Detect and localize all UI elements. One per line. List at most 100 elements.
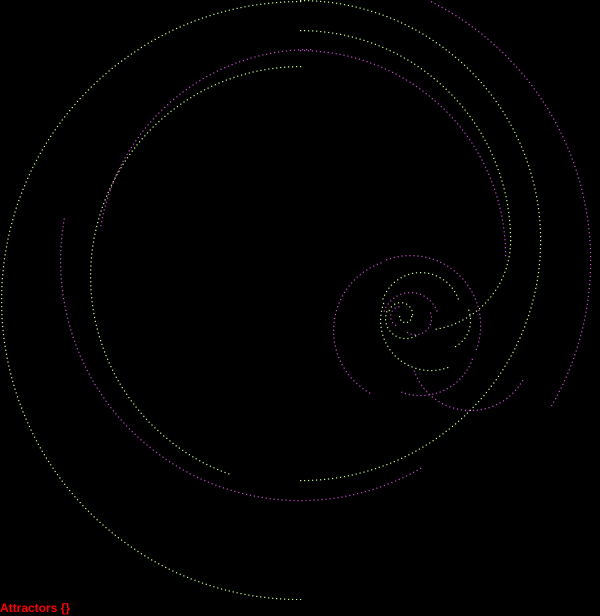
trail-dot	[539, 252, 541, 254]
trail-dot	[581, 331, 583, 333]
trail-dot	[568, 369, 570, 371]
trail-dot	[195, 458, 197, 460]
trail-dot	[474, 298, 476, 300]
trail-dot	[508, 121, 510, 123]
trail-dot	[74, 103, 76, 106]
trail-dot	[421, 384, 423, 386]
trail-dot	[1, 314, 3, 316]
trail-dot	[124, 58, 126, 60]
trail-dot	[470, 362, 472, 364]
trail-dot	[316, 479, 318, 481]
trail-dot	[1, 286, 3, 288]
trail-dot	[110, 184, 113, 186]
trail-dot	[154, 561, 156, 563]
trail-dot	[534, 291, 536, 293]
trail-dot	[477, 152, 479, 154]
trail-dot	[380, 314, 382, 316]
trail-dot	[48, 139, 50, 141]
trail-dot	[173, 98, 175, 100]
trail-dot	[581, 188, 583, 190]
trail-dot	[395, 73, 397, 75]
trail-dot	[337, 306, 339, 308]
trail-dot	[565, 376, 567, 378]
trail-dot	[397, 358, 399, 360]
trail-dot	[392, 333, 394, 335]
trail-dot	[364, 491, 366, 493]
trail-dot	[188, 454, 190, 456]
trail-dot	[418, 381, 420, 383]
attractors-window: Attractors {}	[0, 0, 600, 616]
trail-dot	[339, 476, 342, 478]
trail-dot	[443, 108, 445, 110]
trail-dot	[478, 79, 480, 81]
trail-dot	[351, 5, 353, 7]
trail-dot	[90, 257, 92, 259]
trail-dot	[485, 391, 487, 394]
attractor-canvas[interactable]	[0, 0, 600, 600]
trail-dot	[119, 383, 121, 385]
trail-dot	[563, 380, 566, 382]
trail-dot	[491, 154, 493, 156]
trail-dot	[406, 303, 408, 305]
trail-dot	[117, 416, 120, 418]
trail-dot	[386, 311, 388, 313]
trail-dot	[400, 293, 402, 295]
trail-dot	[420, 68, 422, 70]
trail-dot	[233, 76, 235, 79]
trail-dot	[382, 298, 384, 300]
trail-dot	[134, 51, 136, 53]
trail-dot	[577, 177, 580, 179]
trail-dot	[587, 224, 589, 226]
trail-dot	[441, 6, 443, 9]
trail-dot	[419, 293, 421, 295]
trail-dot	[278, 51, 280, 53]
trail-dot	[589, 280, 591, 282]
trail-dot	[109, 190, 111, 192]
trail-dot	[533, 184, 535, 186]
trail-dot	[386, 464, 388, 466]
trail-dot	[575, 169, 577, 171]
magenta-trail	[333, 262, 382, 394]
trail-dot	[99, 521, 101, 523]
trail-dot	[343, 476, 346, 478]
trail-dot	[484, 302, 487, 304]
trail-dot	[150, 121, 152, 123]
trail-dot	[502, 184, 504, 186]
trail-dot	[436, 80, 438, 82]
trail-dot	[447, 265, 449, 267]
trail-dot	[145, 418, 148, 420]
trail-dot	[387, 345, 389, 347]
trail-dot	[440, 261, 442, 263]
trail-dot	[494, 161, 496, 163]
trail-dot	[175, 465, 177, 467]
trail-dot	[284, 598, 286, 600]
trail-dot	[447, 367, 449, 369]
trail-dot	[459, 378, 461, 380]
trail-dot	[479, 333, 481, 335]
trail-dot	[124, 160, 126, 162]
trail-dot	[389, 349, 391, 351]
trail-dot	[502, 223, 504, 225]
trail-dot	[88, 373, 90, 375]
trail-dot	[580, 335, 582, 337]
trail-dot	[416, 292, 418, 294]
trail-dot	[400, 360, 402, 362]
trail-dot	[353, 380, 355, 382]
trail-dot	[464, 337, 466, 339]
trail-dot	[356, 276, 358, 278]
trail-dot	[495, 404, 498, 406]
trail-dot	[96, 387, 98, 389]
trail-dot	[131, 431, 133, 433]
trail-dot	[34, 163, 36, 165]
trail-dot	[300, 599, 302, 600]
trail-dot	[492, 405, 494, 407]
trail-dot	[509, 227, 511, 230]
trail-dot	[538, 268, 540, 270]
trail-dot	[385, 342, 387, 344]
trail-dot	[488, 173, 490, 175]
trail-dot	[239, 61, 241, 63]
trail-dot	[300, 480, 302, 482]
trail-dot	[502, 275, 504, 277]
trail-dot	[382, 465, 384, 467]
trail-dot	[378, 45, 380, 47]
